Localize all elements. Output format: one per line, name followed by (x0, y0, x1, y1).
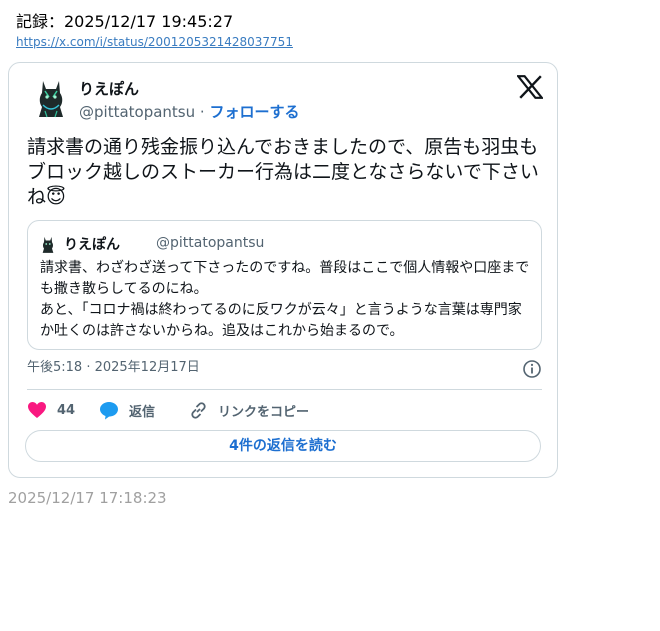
x-logo-icon[interactable] (517, 75, 543, 99)
read-replies-button[interactable]: 4件の返信を読む (25, 430, 541, 462)
quote-author-handle: @pittatopantsu (156, 235, 265, 251)
footer-timestamp: 2025/12/17 17:18:23 (8, 489, 167, 507)
author-handle-row: @pittatopantsu · フォローする (79, 101, 299, 122)
avatar[interactable] (33, 75, 69, 119)
tweet-meta: 午後5:18 · 2025年12月17日 (27, 359, 542, 381)
like-count: 44 (57, 402, 76, 418)
divider (27, 389, 542, 390)
author-handle[interactable]: @pittatopantsu (79, 103, 195, 121)
separator: · (195, 103, 210, 121)
quoted-tweet[interactable]: りえぽん @pittatopantsu 請求書、わざわざ送って下さったのですね。… (27, 220, 542, 350)
quote-text: 請求書、わざわざ送って下さったのですね。普段はここで個人情報や口座までも撒き散ら… (40, 260, 530, 339)
follow-button[interactable]: フォローする (209, 103, 299, 121)
link-icon (191, 401, 206, 419)
like-button[interactable]: 44 (27, 399, 75, 421)
record-timestamp: 記録：2025/12/17 19:45:27 (16, 12, 234, 31)
heart-icon (28, 402, 46, 418)
reply-label: 返信 (129, 404, 156, 420)
reply-button[interactable]: 返信 (99, 399, 155, 421)
reply-bubble-icon (100, 401, 118, 419)
quote-avatar (42, 236, 54, 253)
info-icon[interactable] (522, 359, 542, 379)
tweet-author: りえぽん @pittatopantsu · フォローする (33, 75, 533, 125)
tweet-timestamp[interactable]: 午後5:18 · 2025年12月17日 (27, 359, 542, 377)
tweet-actions: 44 返信 リンクをコピー (27, 399, 542, 421)
status-link[interactable]: https://x.com/i/status/20012053214280377… (16, 35, 293, 49)
author-name[interactable]: りえぽん (79, 78, 139, 99)
quote-author-name: りえぽん (64, 237, 120, 253)
copy-link-button[interactable]: リンクをコピー (189, 399, 309, 421)
tweet-text: 請求書の通り残金振り込んでおきましたので、原告も羽虫もブロック越しのストーカー行… (27, 136, 539, 208)
copy-link-label: リンクをコピー (218, 404, 310, 420)
embedded-tweet-card: りえぽん @pittatopantsu · フォローする 請求書の通り残金振り込… (8, 62, 558, 478)
